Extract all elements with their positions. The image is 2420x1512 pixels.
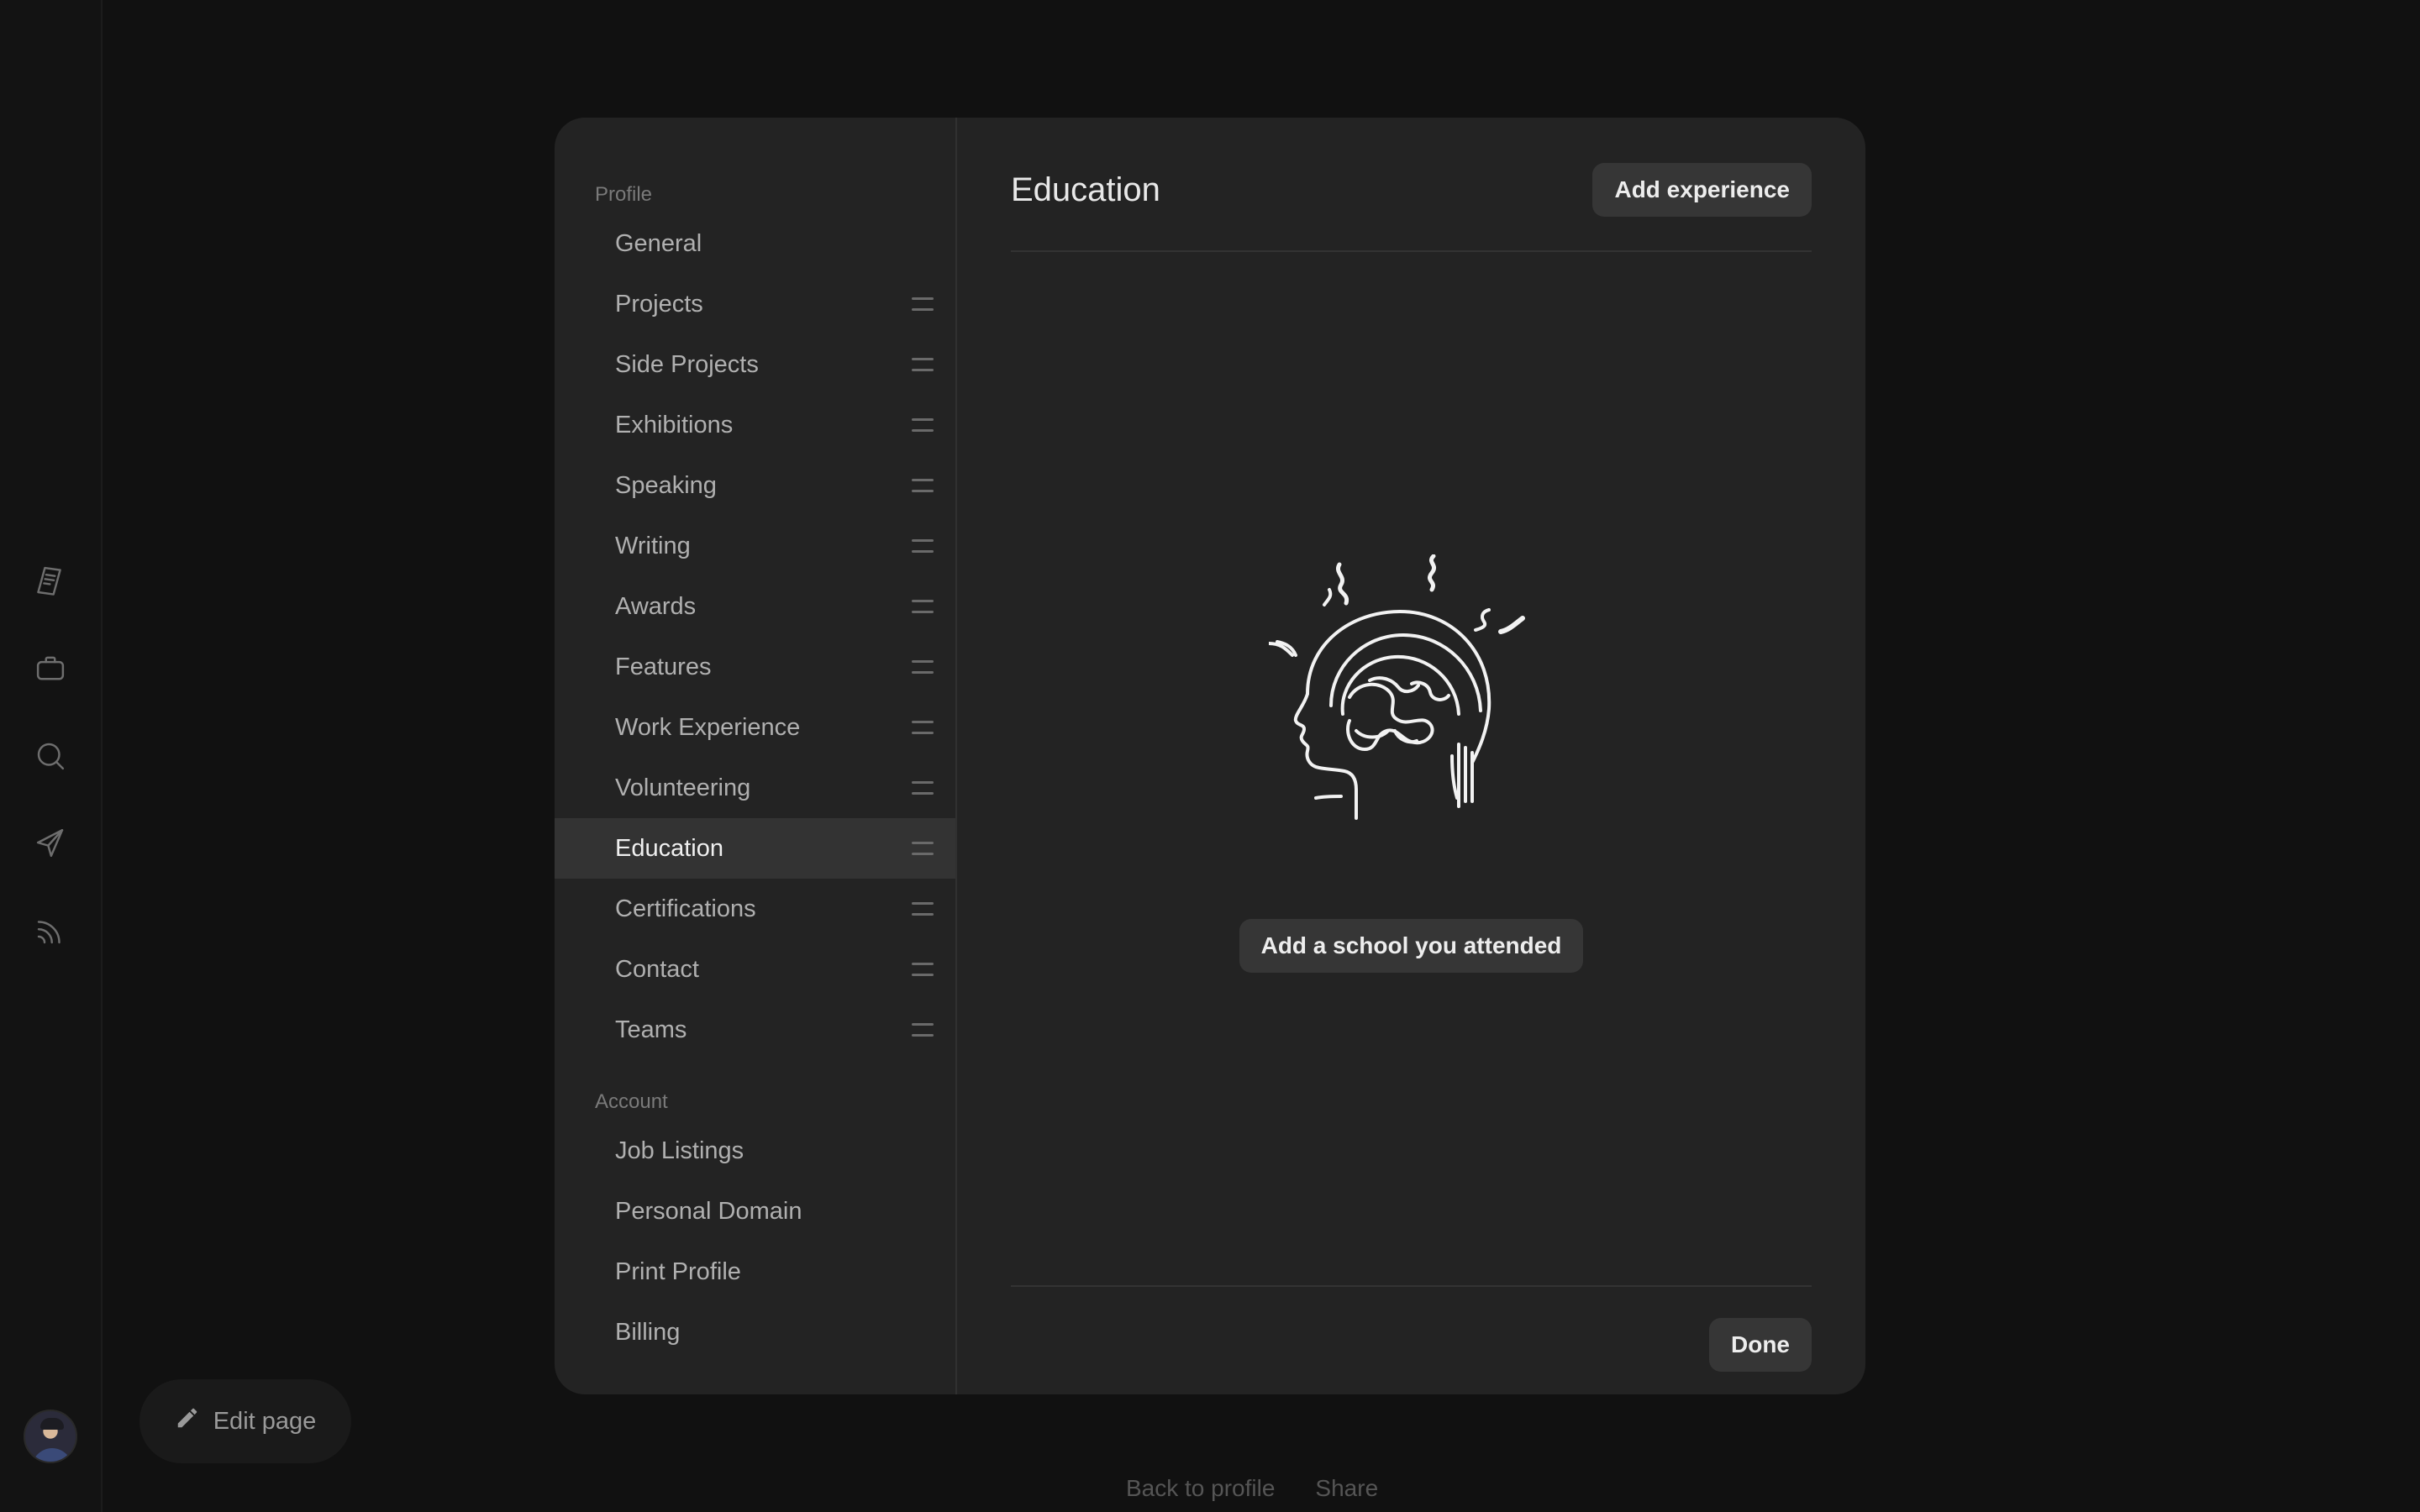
search-icon[interactable] [32, 738, 69, 774]
sidebar-item-label: Volunteering [615, 774, 751, 801]
sidebar-item-label: Side Projects [615, 350, 759, 378]
sidebar-item-side-projects[interactable]: Side Projects [555, 334, 955, 395]
done-button[interactable]: Done [1709, 1318, 1812, 1372]
sidebar-item-label: Personal Domain [615, 1197, 802, 1225]
drag-handle-icon[interactable] [912, 781, 934, 795]
page-title: Education [1011, 171, 1160, 208]
sidebar-item-work-experience[interactable]: Work Experience [555, 697, 955, 758]
sidebar-item-label: Teams [615, 1016, 687, 1043]
content-header: Education Add experience [1011, 118, 1812, 252]
sidebar-item-general[interactable]: General [555, 213, 955, 274]
sidebar-item-volunteering[interactable]: Volunteering [555, 758, 955, 818]
avatar-body [32, 1448, 72, 1462]
drag-handle-icon[interactable] [912, 1023, 934, 1037]
sidebar-item-projects[interactable]: Projects [555, 274, 955, 334]
settings-sidebar: Profile General Projects Side Projects Exhi… [555, 118, 957, 1394]
sidebar-item-label: Projects [615, 290, 703, 318]
sidebar-item-speaking[interactable]: Speaking [555, 455, 955, 516]
sidebar-item-print-profile[interactable]: Print Profile [555, 1242, 955, 1302]
account-section-label: Account [595, 1090, 668, 1113]
drag-handle-icon[interactable] [912, 297, 934, 311]
sidebar-item-features[interactable]: Features [555, 637, 955, 697]
account-nav-list: Job Listings Personal Domain Print Profile… [555, 1121, 955, 1362]
sidebar-item-exhibitions[interactable]: Exhibitions [555, 395, 955, 455]
share-link[interactable]: Share [1315, 1475, 1378, 1502]
sidebar-item-awards[interactable]: Awards [555, 576, 955, 637]
sidebar-item-billing[interactable]: Billing [555, 1302, 955, 1362]
sidebar-item-label: Certifications [615, 895, 756, 922]
sidebar-item-label: Billing [615, 1318, 681, 1346]
sidebar-item-contact[interactable]: Contact [555, 939, 955, 1000]
pencil-icon [175, 1405, 200, 1437]
add-school-button[interactable]: Add a school you attended [1239, 919, 1584, 973]
sidebar-item-label: Writing [615, 532, 691, 559]
settings-modal: Profile General Projects Side Projects Exhi… [555, 118, 1865, 1394]
sidebar-item-label: Awards [615, 592, 697, 620]
drag-handle-icon[interactable] [912, 600, 934, 613]
sidebar-item-writing[interactable]: Writing [555, 516, 955, 576]
profile-nav-list: General Projects Side Projects Exhibitions S… [555, 213, 955, 1060]
left-rail [0, 0, 103, 1512]
sidebar-item-certifications[interactable]: Certifications [555, 879, 955, 939]
drag-handle-icon[interactable] [912, 902, 934, 916]
empty-state: Add a school you attended [1011, 554, 1812, 973]
sidebar-item-label: Print Profile [615, 1257, 741, 1285]
sidebar-item-label: General [615, 229, 702, 257]
drag-handle-icon[interactable] [912, 358, 934, 371]
drag-handle-icon[interactable] [912, 660, 934, 674]
avatar-hair [40, 1418, 64, 1430]
sidebar-item-label: Speaking [615, 471, 717, 499]
sidebar-item-label: Features [615, 653, 712, 680]
back-to-profile-link[interactable]: Back to profile [1126, 1475, 1275, 1502]
send-icon[interactable] [32, 825, 69, 862]
briefcase-icon[interactable] [32, 650, 69, 687]
thinking-head-illustration [1268, 554, 1525, 820]
sidebar-item-teams[interactable]: Teams [555, 1000, 955, 1060]
avatar[interactable] [24, 1410, 77, 1463]
content-footer: Done [1011, 1285, 1812, 1394]
drag-handle-icon[interactable] [912, 479, 934, 492]
rss-icon[interactable] [32, 912, 69, 949]
add-experience-button[interactable]: Add experience [1592, 163, 1812, 217]
document-icon[interactable] [32, 563, 69, 600]
edit-page-button[interactable]: Edit page [139, 1379, 351, 1463]
sidebar-item-label: Exhibitions [615, 411, 734, 438]
sidebar-item-education[interactable]: Education [555, 818, 955, 879]
sidebar-item-label: Education [615, 834, 723, 862]
edit-page-label: Edit page [213, 1407, 317, 1435]
profile-section-label: Profile [595, 183, 653, 206]
sidebar-item-label: Job Listings [615, 1137, 744, 1164]
sidebar-item-label: Work Experience [615, 713, 801, 741]
drag-handle-icon[interactable] [912, 418, 934, 432]
bottom-links: Back to profile Share [1126, 1475, 1378, 1502]
drag-handle-icon[interactable] [912, 539, 934, 553]
sidebar-item-job-listings[interactable]: Job Listings [555, 1121, 955, 1181]
sidebar-item-label: Contact [615, 955, 699, 983]
settings-content: Education Add experience Add a school yo… [957, 118, 1865, 1394]
drag-handle-icon[interactable] [912, 721, 934, 734]
drag-handle-icon[interactable] [912, 842, 934, 855]
sidebar-item-personal-domain[interactable]: Personal Domain [555, 1181, 955, 1242]
drag-handle-icon[interactable] [912, 963, 934, 976]
